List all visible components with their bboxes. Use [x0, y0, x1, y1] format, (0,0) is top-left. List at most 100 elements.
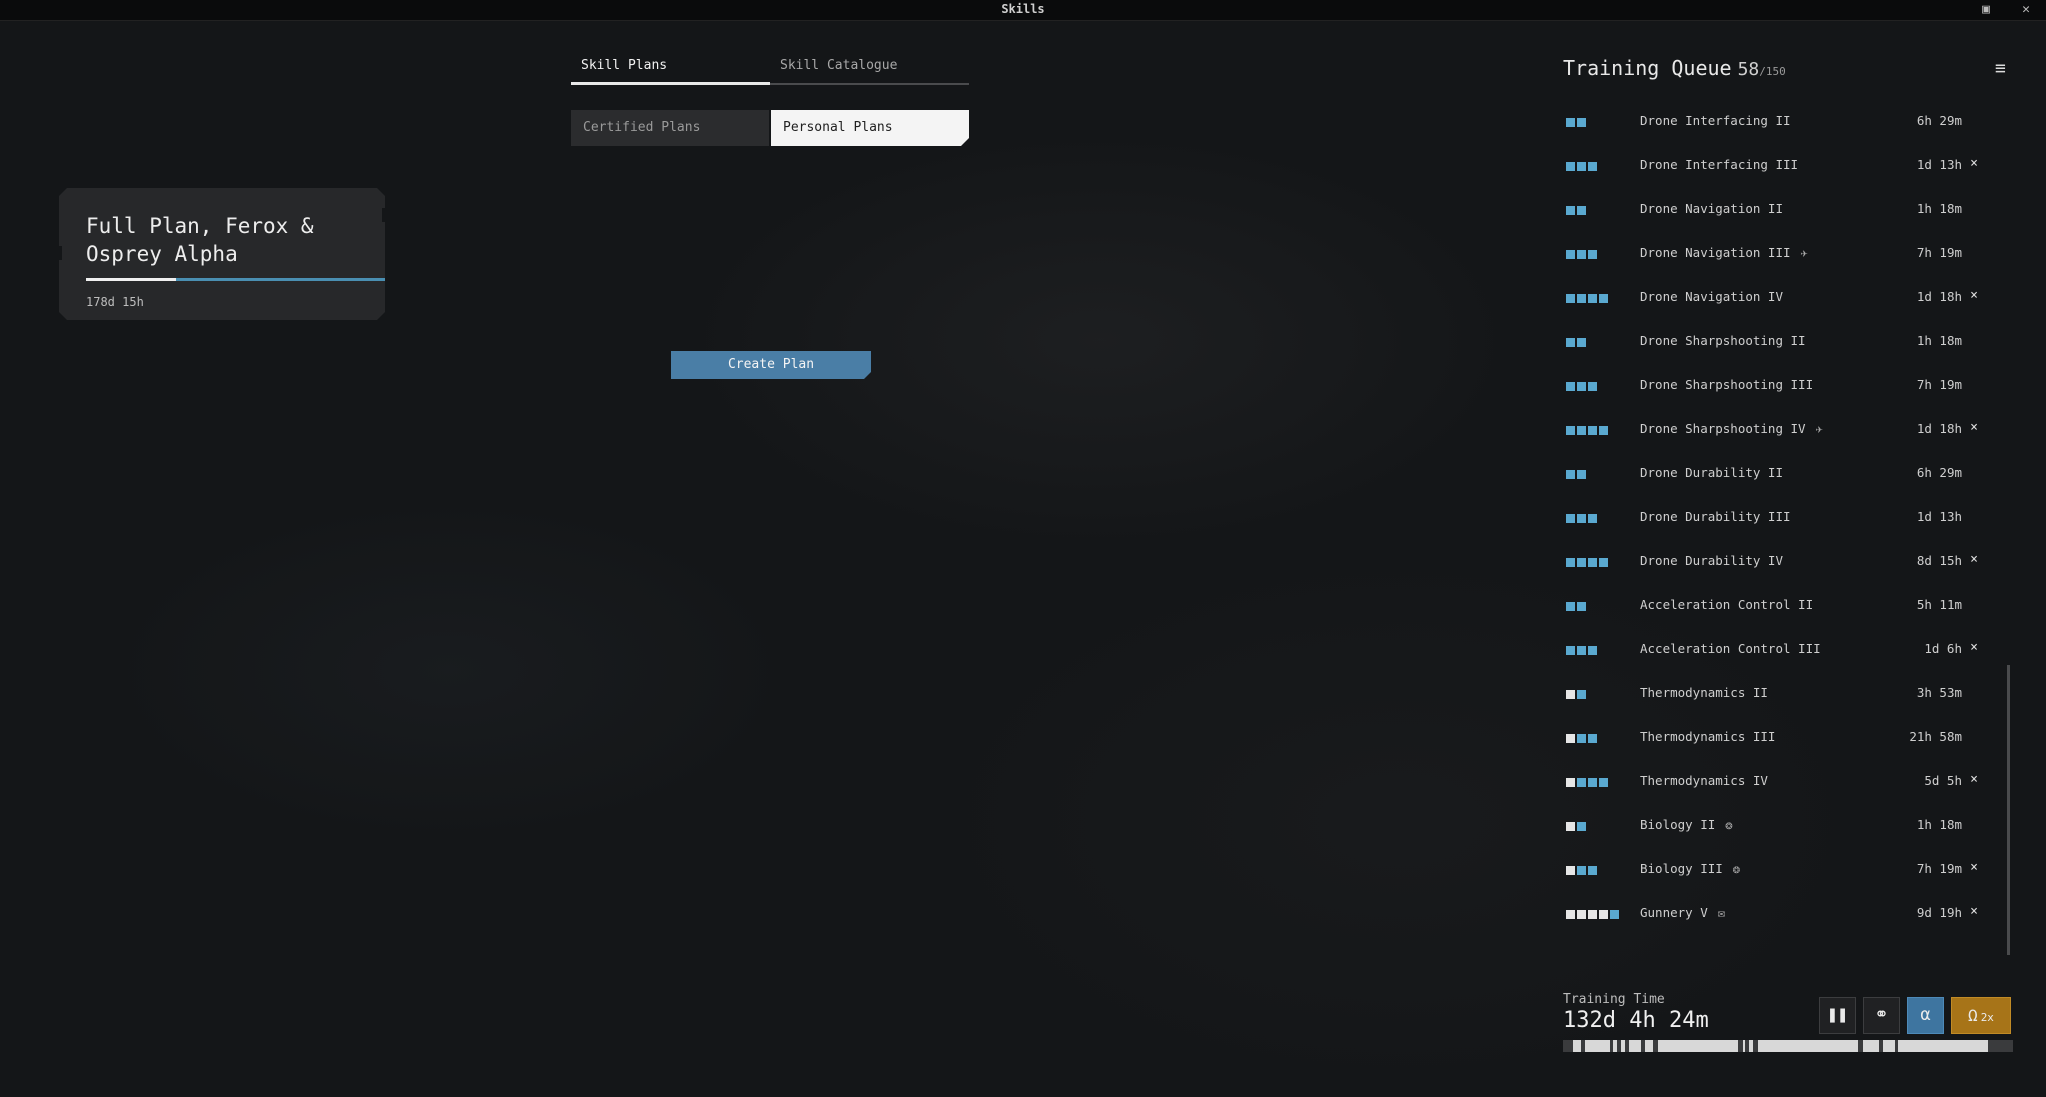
skill-name: Thermodynamics III — [1640, 729, 1776, 744]
queue-row[interactable]: Drone Durability III 1d 13h — [1560, 496, 2000, 540]
queue-scrollbar[interactable] — [2007, 665, 2010, 955]
window-title: Skills — [1001, 2, 1045, 16]
skill-source-icon: ✉ — [1717, 906, 1725, 920]
omega-boost-button[interactable]: Ω 2x — [1951, 997, 2011, 1034]
minimize-icon[interactable]: ▣ — [1978, 2, 1994, 18]
skill-time: 1d 13h — [1916, 157, 1962, 172]
queue-row[interactable]: Navigation IV✉1d 18m× — [1560, 86, 2000, 100]
queue-row[interactable]: Drone Navigation III ✈ 7h 19m — [1560, 232, 2000, 276]
skill-level-indicator — [1566, 643, 1599, 655]
plan-progress-fill — [86, 278, 176, 281]
active-tab-underline — [571, 82, 770, 85]
skill-name: Drone Navigation II — [1640, 201, 1783, 216]
skill-name: Thermodynamics II — [1640, 685, 1768, 700]
training-queue-list: Navigation IV✉1d 18m×Drone Interfacing I… — [1560, 86, 2010, 946]
tab-skill-plans[interactable]: Skill Plans — [571, 52, 770, 82]
skill-level-indicator — [1566, 159, 1599, 171]
skill-name: Drone Navigation III — [1640, 245, 1791, 260]
tab-skill-catalogue[interactable]: Skill Catalogue — [770, 52, 969, 82]
remove-icon[interactable]: × — [1970, 904, 1978, 919]
skill-name: Drone Durability IV — [1640, 553, 1783, 568]
timeline-segment — [1883, 1040, 1895, 1052]
skill-level-indicator — [1566, 687, 1588, 699]
alpha-icon: α — [1920, 1005, 1931, 1025]
skill-time: 1h 18m — [1916, 817, 1962, 832]
queue-row[interactable]: Drone Navigation II 1h 18m — [1560, 188, 2000, 232]
plan-type-toggle: Certified Plans Personal Plans — [571, 110, 969, 148]
skill-time: 6h 29m — [1916, 465, 1962, 480]
skill-source-icon: ✈ — [1800, 246, 1808, 260]
plan-duration: 178d 15h — [86, 295, 144, 309]
pause-icon: ❚❚ — [1827, 1005, 1848, 1025]
queue-row[interactable]: Drone Sharpshooting III 7h 19m — [1560, 364, 2000, 408]
remove-icon[interactable]: × — [1970, 552, 1978, 567]
skill-name: Drone Interfacing III — [1640, 157, 1799, 172]
queue-row[interactable]: Drone Sharpshooting IV ✈ 1d 18h × — [1560, 408, 2000, 452]
skill-time: 1d 18h — [1916, 289, 1962, 304]
link-icon: ⚭ — [1874, 1005, 1889, 1025]
queue-row[interactable]: Drone Sharpshooting II 1h 18m — [1560, 320, 2000, 364]
timeline-segment — [1645, 1040, 1653, 1052]
timeline-segment — [1658, 1040, 1738, 1052]
skill-level-indicator — [1566, 423, 1610, 435]
personal-plans-button[interactable]: Personal Plans — [771, 110, 969, 146]
skill-time: 1h 18m — [1916, 333, 1962, 348]
card-notch-right — [382, 208, 388, 222]
skill-name: Drone Sharpshooting II — [1640, 333, 1806, 348]
close-icon[interactable]: ✕ — [2018, 2, 2034, 18]
hamburger-menu-icon[interactable]: ≡ — [1995, 58, 2006, 79]
queue-row[interactable]: Drone Durability II 6h 29m — [1560, 452, 2000, 496]
pause-training-button[interactable]: ❚❚ — [1819, 997, 1856, 1034]
skill-time: 1d 13h — [1916, 509, 1962, 524]
skill-name: Acceleration Control II — [1640, 597, 1814, 612]
queue-row[interactable]: Drone Navigation IV 1d 18h × — [1560, 276, 2000, 320]
skill-time: 21h 58m — [1909, 729, 1962, 744]
skill-time: 5d 5h — [1924, 773, 1962, 788]
skill-level-indicator — [1566, 247, 1599, 259]
queue-row[interactable]: Thermodynamics II 3h 53m — [1560, 672, 2000, 716]
queue-row[interactable]: Biology III ❂ 7h 19m × — [1560, 848, 2000, 892]
remove-icon[interactable]: × — [1970, 420, 1978, 435]
remove-icon[interactable]: × — [1970, 288, 1978, 303]
tab-underline — [770, 83, 969, 85]
link-button[interactable]: ⚭ — [1863, 997, 1900, 1034]
queue-row[interactable]: Drone Durability IV 8d 15h × — [1560, 540, 2000, 584]
alpha-injector-button[interactable]: α — [1907, 997, 1944, 1034]
skill-level-indicator — [1566, 555, 1610, 567]
skill-level-indicator — [1566, 863, 1599, 875]
timeline-segment — [1621, 1040, 1625, 1052]
timeline-segment — [1863, 1040, 1879, 1052]
create-plan-button[interactable]: Create Plan — [671, 351, 871, 379]
queue-row[interactable]: Acceleration Control III 1d 6h × — [1560, 628, 2000, 672]
skill-name: Drone Sharpshooting III — [1640, 377, 1814, 392]
timeline-segment — [1743, 1040, 1745, 1052]
queue-row[interactable]: Drone Interfacing II 6h 29m — [1560, 100, 2000, 144]
training-queue-title: Training Queue — [1563, 56, 1732, 80]
skill-source-icon: ❂ — [1725, 818, 1733, 832]
remove-icon[interactable]: × — [1970, 772, 1978, 787]
remove-icon[interactable]: × — [1970, 860, 1978, 875]
queue-row[interactable]: Acceleration Control II 5h 11m — [1560, 584, 2000, 628]
plan-name: Full Plan, Ferox & Osprey Alpha — [86, 214, 314, 266]
queue-row[interactable]: Thermodynamics IV 5d 5h × — [1560, 760, 2000, 804]
certified-plans-button[interactable]: Certified Plans — [571, 110, 769, 146]
remove-icon[interactable]: × — [1970, 156, 1978, 171]
timeline-segment — [1613, 1040, 1617, 1052]
window-titlebar: Skills ▣ ✕ — [0, 0, 2046, 21]
queue-row[interactable]: Gunnery V ✉ 9d 19h × — [1560, 892, 2000, 936]
skill-name: Biology III — [1640, 861, 1723, 876]
queue-row[interactable]: Biology II ❂ 1h 18m — [1560, 804, 2000, 848]
skill-level-indicator — [1566, 907, 1621, 919]
remove-icon[interactable]: × — [1970, 640, 1978, 655]
omega-multiplier: 2x — [1980, 1011, 1994, 1024]
queue-row[interactable]: Thermodynamics III 21h 58m — [1560, 716, 2000, 760]
skill-level-indicator — [1566, 203, 1588, 215]
skill-level-indicator — [1566, 731, 1599, 743]
skill-level-indicator — [1566, 335, 1588, 347]
skill-level-indicator — [1566, 599, 1588, 611]
skill-plan-card[interactable]: Full Plan, Ferox & Osprey Alpha 178d 15h — [59, 188, 385, 320]
skill-name: Drone Durability II — [1640, 465, 1783, 480]
skill-time: 6h 29m — [1916, 113, 1962, 128]
training-timeline-bar — [1563, 1040, 2013, 1052]
queue-row[interactable]: Drone Interfacing III 1d 13h × — [1560, 144, 2000, 188]
